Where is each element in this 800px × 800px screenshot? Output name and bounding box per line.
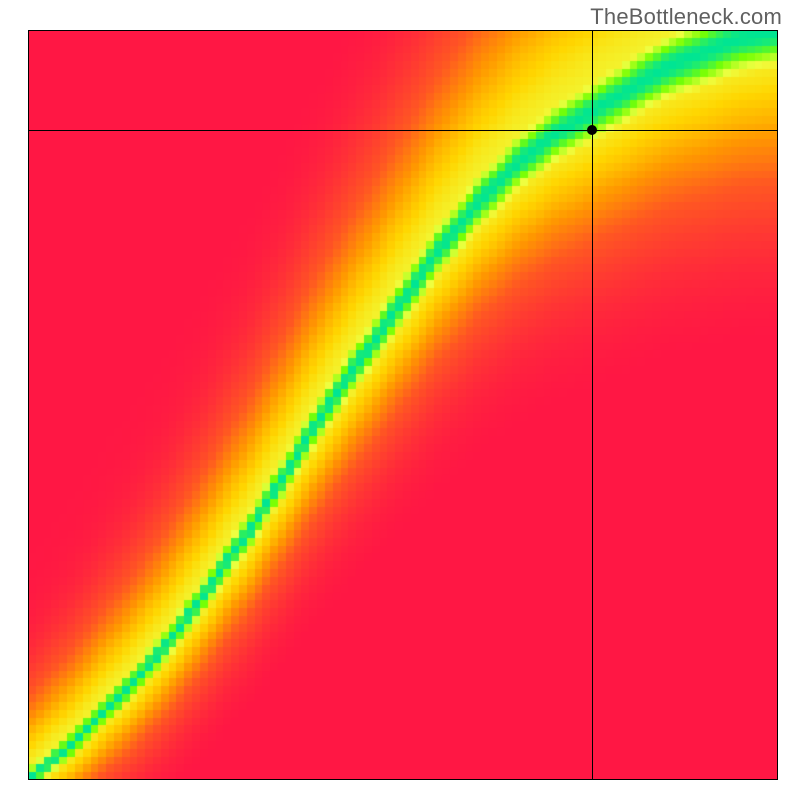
heatmap-canvas: [28, 30, 778, 780]
heatmap-plot: [28, 30, 778, 780]
watermark-text: TheBottleneck.com: [590, 4, 782, 30]
page-root: TheBottleneck.com: [0, 0, 800, 800]
